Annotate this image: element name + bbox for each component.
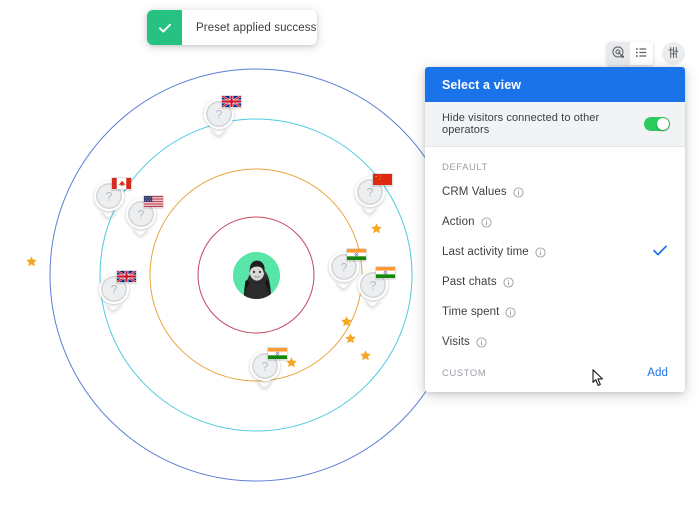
visitor-pin[interactable]: ? bbox=[355, 173, 393, 215]
view-option-time-spent[interactable]: Time spent bbox=[425, 297, 685, 327]
view-mode-group bbox=[607, 42, 653, 65]
view-option-last-activity-time[interactable]: Last activity time bbox=[425, 237, 685, 267]
view-option-label: CRM Values bbox=[442, 186, 507, 198]
view-toolbar bbox=[607, 42, 685, 65]
flag-icon-in bbox=[346, 248, 367, 261]
check-icon-selected bbox=[653, 245, 667, 259]
view-option-label: Visits bbox=[442, 336, 470, 348]
info-icon[interactable] bbox=[535, 246, 546, 258]
visitor-pin[interactable]: ? bbox=[126, 195, 164, 237]
section-label-default: DEFAULT bbox=[442, 162, 488, 173]
list-view-button[interactable] bbox=[630, 42, 653, 65]
list-icon bbox=[635, 46, 648, 62]
visitor-pin[interactable]: ? bbox=[329, 248, 367, 290]
flag-icon-in bbox=[375, 266, 396, 279]
star-icon bbox=[359, 349, 372, 362]
info-icon[interactable] bbox=[503, 276, 514, 288]
visitor-pin[interactable]: ? bbox=[250, 347, 288, 389]
visitor-pin[interactable]: ? bbox=[94, 177, 132, 219]
app-stage: ???????? Preset applied successfully bbox=[0, 0, 699, 506]
sliders-icon bbox=[667, 46, 680, 62]
view-option-label: Last activity time bbox=[442, 246, 529, 258]
hide-visitors-label: Hide visitors connected to other operato… bbox=[442, 112, 600, 136]
svg-text:?: ? bbox=[138, 208, 145, 222]
star-icon bbox=[25, 255, 38, 268]
svg-text:?: ? bbox=[106, 190, 113, 204]
info-icon[interactable] bbox=[513, 186, 524, 198]
visitor-pin[interactable]: ? bbox=[358, 266, 396, 308]
operator-avatar-photo bbox=[233, 252, 280, 299]
visitor-pin[interactable]: ? bbox=[99, 270, 137, 312]
view-option-label: Action bbox=[442, 216, 475, 228]
visitor-pin[interactable]: ? bbox=[204, 95, 242, 137]
view-option-action[interactable]: Action bbox=[425, 207, 685, 237]
hide-visitors-toggle[interactable] bbox=[644, 117, 670, 131]
flag-icon-us bbox=[143, 195, 164, 208]
star-icon bbox=[344, 332, 357, 345]
view-option-crm-values[interactable]: CRM Values bbox=[425, 177, 685, 207]
info-icon[interactable] bbox=[481, 216, 492, 228]
toast-message: Preset applied successfully bbox=[196, 21, 317, 34]
view-option-visits[interactable]: Visits bbox=[425, 327, 685, 357]
panel-options: DEFAULT CRM Values Action Last activity ti… bbox=[425, 147, 685, 357]
operator-avatar[interactable] bbox=[233, 252, 280, 299]
flag-icon-gb bbox=[221, 95, 242, 108]
radar-icon bbox=[612, 45, 625, 62]
svg-text:?: ? bbox=[370, 279, 377, 293]
option-list: CRM Values Action Last activity time Past c… bbox=[425, 177, 685, 357]
add-custom-button[interactable]: Add bbox=[647, 367, 668, 379]
filter-settings-button[interactable] bbox=[662, 42, 685, 65]
toast-notification: Preset applied successfully bbox=[147, 10, 317, 45]
view-option-label: Time spent bbox=[442, 306, 500, 318]
section-label-custom: CUSTOM bbox=[442, 367, 487, 379]
radar-view-button[interactable] bbox=[607, 42, 630, 65]
flag-icon-cn bbox=[372, 173, 393, 186]
view-option-label: Past chats bbox=[442, 276, 497, 288]
check-icon bbox=[147, 10, 182, 45]
svg-text:?: ? bbox=[216, 108, 223, 122]
info-icon[interactable] bbox=[505, 306, 517, 318]
mouse-cursor bbox=[592, 369, 605, 387]
toggle-knob bbox=[657, 118, 669, 130]
flag-icon-gb bbox=[116, 270, 137, 283]
star-icon bbox=[285, 356, 298, 369]
view-option-past-chats[interactable]: Past chats bbox=[425, 267, 685, 297]
svg-text:?: ? bbox=[341, 261, 348, 275]
panel-footer: CUSTOM Add bbox=[425, 357, 685, 392]
flag-icon-ca bbox=[111, 177, 132, 190]
panel-title: Select a view bbox=[425, 67, 685, 102]
svg-text:?: ? bbox=[111, 283, 118, 297]
svg-text:?: ? bbox=[262, 360, 269, 374]
hide-visitors-row[interactable]: Hide visitors connected to other operato… bbox=[425, 102, 685, 147]
select-view-panel: Select a view Hide visitors connected to… bbox=[425, 67, 685, 392]
svg-text:?: ? bbox=[367, 186, 374, 200]
info-icon[interactable] bbox=[476, 336, 487, 348]
star-icon bbox=[340, 315, 353, 328]
star-icon bbox=[370, 222, 383, 235]
